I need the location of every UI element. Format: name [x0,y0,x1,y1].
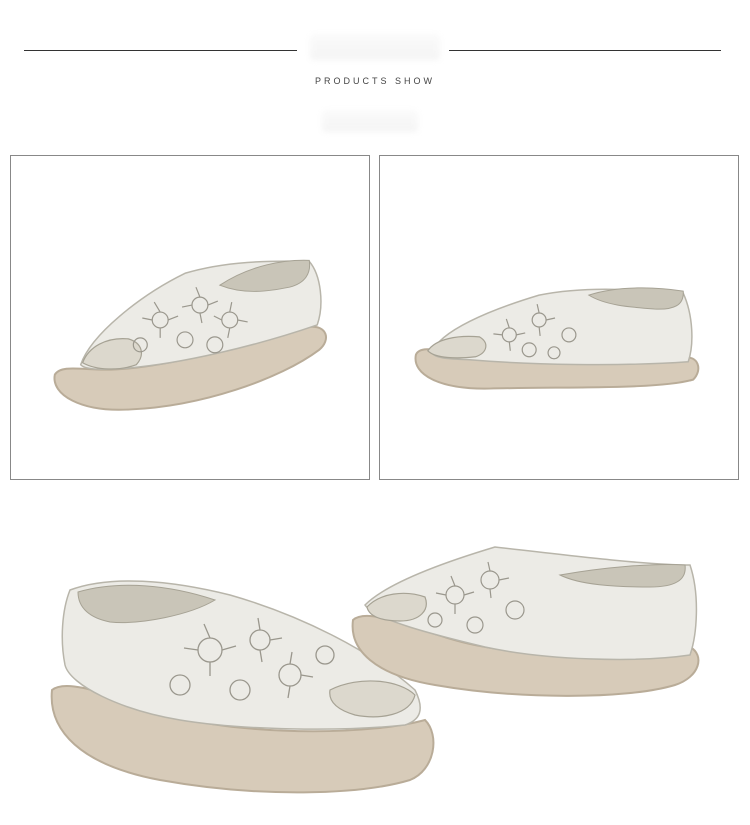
header-rule-left [24,50,297,51]
header-rule-right [449,50,721,51]
product-image-4 [345,535,705,715]
sandal-image-2 [414,287,700,390]
sandal-image-4 [351,546,700,697]
section-subtitle: PRODUCTS SHOW [315,76,435,86]
section-header: PRODUCTS SHOW [0,0,750,150]
sandal-image-1 [53,259,327,411]
header-caption-watermark [322,110,418,132]
product-image-frame-2 [379,155,739,480]
product-image-frame-1 [10,155,370,480]
header-title-watermark [310,34,440,60]
